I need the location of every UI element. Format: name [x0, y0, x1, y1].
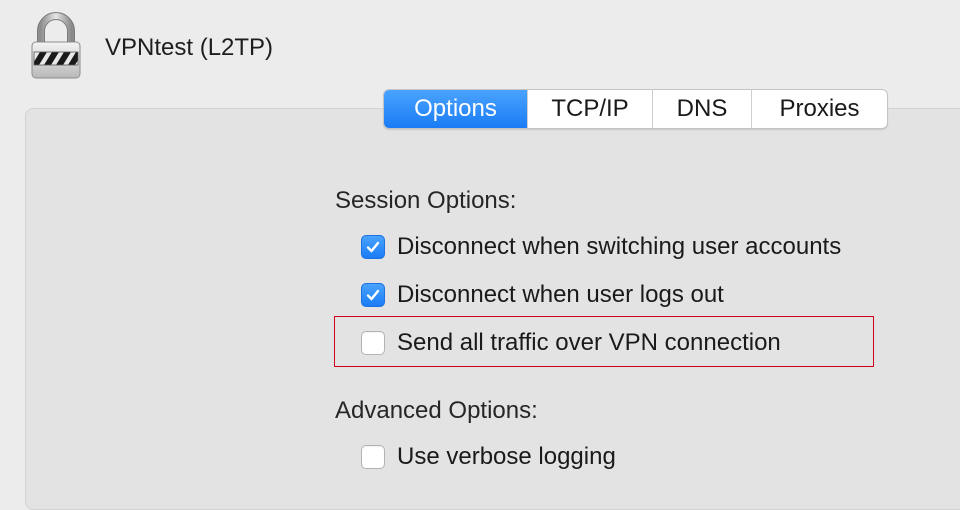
send-all-traffic-option[interactable]: Send all traffic over VPN connection	[361, 328, 781, 358]
disconnect-logout-label: Disconnect when user logs out	[397, 281, 724, 308]
lock-icon	[31, 12, 81, 79]
tab-dns[interactable]: DNS	[652, 90, 751, 128]
checkmark-icon	[366, 241, 380, 253]
advanced-options-heading: Advanced Options:	[335, 397, 538, 424]
tab-proxies[interactable]: Proxies	[751, 90, 887, 128]
disconnect-logout-option[interactable]: Disconnect when user logs out	[361, 280, 724, 310]
disconnect-switching-option[interactable]: Disconnect when switching user accounts	[361, 232, 841, 262]
verbose-logging-label: Use verbose logging	[397, 443, 616, 470]
send-all-traffic-label: Send all traffic over VPN connection	[397, 329, 781, 356]
verbose-logging-checkbox[interactable]	[361, 445, 385, 469]
disconnect-logout-checkbox[interactable]	[361, 283, 385, 307]
disconnect-switching-label: Disconnect when switching user accounts	[397, 233, 842, 260]
session-options-heading: Session Options:	[335, 187, 517, 214]
tab-tcpip[interactable]: TCP/IP	[527, 90, 652, 128]
verbose-logging-option[interactable]: Use verbose logging	[361, 442, 616, 472]
send-all-traffic-checkbox[interactable]	[361, 331, 385, 355]
disconnect-switching-checkbox[interactable]	[361, 235, 385, 259]
tab-bar: Options TCP/IP DNS Proxies	[383, 89, 888, 129]
window-header: VPNtest (L2TP)	[0, 0, 960, 100]
checkmark-icon	[366, 289, 380, 301]
tab-options[interactable]: Options	[384, 90, 527, 128]
window-title: VPNtest (L2TP)	[105, 34, 274, 61]
